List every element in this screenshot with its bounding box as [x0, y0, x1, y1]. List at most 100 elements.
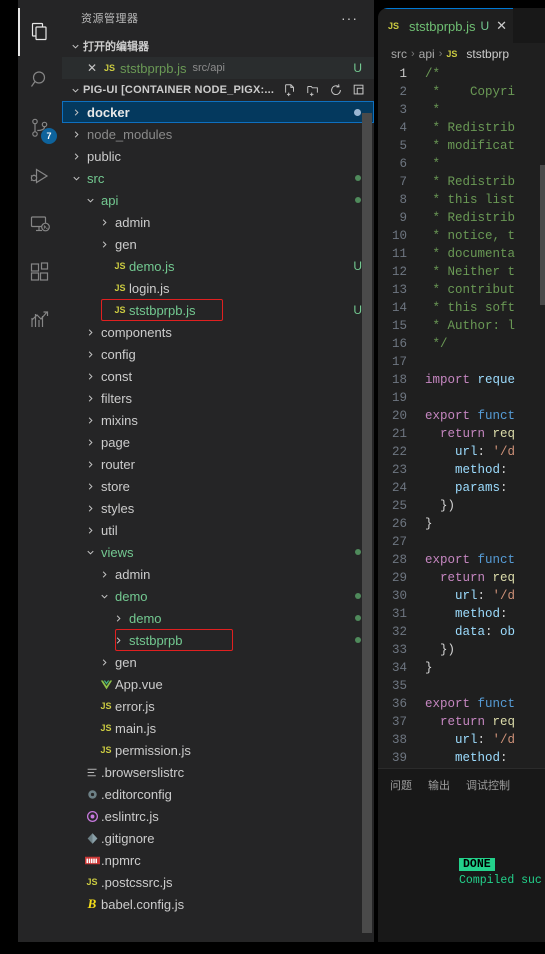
code-line: 21 return req: [378, 425, 545, 443]
breadcrumb-item-src[interactable]: src: [391, 47, 407, 61]
breadcrumb-item-api[interactable]: api: [419, 47, 435, 61]
activity-item-run-and-debug[interactable]: [18, 152, 62, 200]
chevron-right-icon[interactable]: [97, 217, 111, 228]
tree-item--eslintrc-js[interactable]: .eslintrc.js: [62, 805, 374, 827]
tree-item--browserslistrc[interactable]: .browserslistrc: [62, 761, 374, 783]
line-number: 39: [391, 751, 407, 765]
chevron-down-icon[interactable]: [69, 173, 83, 184]
sidebar-scrollbar[interactable]: [362, 113, 372, 933]
code-line: 6 *: [378, 155, 545, 173]
chevron-down-icon[interactable]: [97, 591, 111, 602]
panel-tab[interactable]: 问题: [390, 777, 412, 793]
chevron-right-icon[interactable]: [83, 481, 97, 492]
activity-item-remote-explorer[interactable]: [18, 200, 62, 248]
open-editor-item[interactable]: ✕ JS ststbprpb.js src/api U: [62, 57, 374, 79]
source-control-badge: 7: [41, 128, 57, 144]
tree-item-util[interactable]: util: [62, 519, 374, 541]
chevron-right-icon[interactable]: [83, 437, 97, 448]
breadcrumb-item-file[interactable]: ststbprp: [466, 47, 509, 61]
chevron-right-icon[interactable]: [83, 525, 97, 536]
chevron-right-icon[interactable]: [97, 239, 111, 250]
tree-item-page[interactable]: page: [62, 431, 374, 453]
tree-item-ststbprpb-js[interactable]: JS ststbprpb.js U: [62, 299, 374, 321]
tree-item-app-vue[interactable]: App.vue: [62, 673, 374, 695]
tree-item-demo[interactable]: demo: [62, 585, 374, 607]
activity-item-analytics[interactable]: [18, 296, 62, 344]
tree-item-label: login.js: [129, 280, 170, 296]
code-editor[interactable]: 1/* 2 * Copyri 3 * 4 * Redistrib 5 * modific…: [378, 65, 545, 765]
line-number: 12: [391, 265, 407, 279]
tree-item-babel-config-js[interactable]: Bbabel.config.js: [62, 893, 374, 915]
tree-item-views[interactable]: views: [62, 541, 374, 563]
tree-item-mixins[interactable]: mixins: [62, 409, 374, 431]
tree-item-components[interactable]: components: [62, 321, 374, 343]
tree-item-admin[interactable]: admin: [62, 563, 374, 585]
chevron-right-icon[interactable]: [83, 503, 97, 514]
tree-item-filters[interactable]: filters: [62, 387, 374, 409]
chevron-right-icon[interactable]: [69, 151, 83, 162]
tree-item-const[interactable]: const: [62, 365, 374, 387]
tree-item-styles[interactable]: styles: [62, 497, 374, 519]
tree-item-gen[interactable]: gen: [62, 651, 374, 673]
tree-item-gen[interactable]: gen: [62, 233, 374, 255]
tree-item-label: store: [101, 478, 130, 494]
sidebar-header: 资源管理器 ···: [62, 0, 374, 35]
line-text: * Author: l: [425, 319, 516, 333]
babel-icon: B: [87, 896, 97, 911]
refresh-icon[interactable]: [329, 83, 343, 97]
chevron-right-icon[interactable]: [83, 349, 97, 360]
chevron-right-icon[interactable]: [111, 635, 125, 646]
tree-item-permission-js[interactable]: JS permission.js: [62, 739, 374, 761]
editor-tab-ststbprpb[interactable]: JS ststbprpb.js U ✕: [378, 8, 514, 43]
chevron-right-icon[interactable]: [97, 569, 111, 580]
workspace-folder-header[interactable]: PIG-UI [CONTAINER NODE_PIGX:...: [62, 79, 374, 101]
tree-item-demo-js[interactable]: JS demo.js U: [62, 255, 374, 277]
panel-tab[interactable]: 调试控制: [466, 777, 510, 793]
tree-item-label: error.js: [115, 698, 155, 714]
chevron-down-icon[interactable]: [83, 547, 97, 558]
tree-item-login-js[interactable]: JS login.js: [62, 277, 374, 299]
tree-item-error-js[interactable]: JS error.js: [62, 695, 374, 717]
new-file-icon[interactable]: [283, 83, 297, 97]
close-icon[interactable]: ✕: [84, 61, 100, 75]
chevron-right-icon[interactable]: [83, 327, 97, 338]
tree-item-src[interactable]: src: [62, 167, 374, 189]
close-icon[interactable]: ✕: [496, 18, 507, 34]
tree-item-docker[interactable]: docker: [62, 101, 374, 123]
open-editors-section-header[interactable]: 打开的编辑器: [62, 35, 374, 57]
tree-item-admin[interactable]: admin: [62, 211, 374, 233]
tree-item-ststbprpb[interactable]: ststbprpb: [62, 629, 374, 651]
chevron-down-icon[interactable]: [83, 195, 97, 206]
collapse-all-icon[interactable]: [352, 83, 366, 97]
editor-scrollbar[interactable]: [540, 165, 545, 305]
activity-item-extensions[interactable]: [18, 248, 62, 296]
new-folder-icon[interactable]: [306, 83, 320, 97]
chevron-right-icon[interactable]: [83, 459, 97, 470]
tree-item-label: util: [101, 522, 118, 538]
tree-item--postcssrc-js[interactable]: JS .postcssrc.js: [62, 871, 374, 893]
activity-item-search[interactable]: [18, 56, 62, 104]
sidebar-more-actions-button[interactable]: ···: [341, 10, 364, 26]
line-text: url: '/d: [455, 445, 516, 459]
tree-item-node-modules[interactable]: node_modules: [62, 123, 374, 145]
tree-item-api[interactable]: api: [62, 189, 374, 211]
chevron-right-icon[interactable]: [83, 371, 97, 382]
tree-item-main-js[interactable]: JS main.js: [62, 717, 374, 739]
activity-item-source-control[interactable]: 7: [18, 104, 62, 152]
tree-item-demo[interactable]: demo: [62, 607, 374, 629]
tree-item-router[interactable]: router: [62, 453, 374, 475]
chevron-right-icon[interactable]: [111, 613, 125, 624]
tree-item--npmrc[interactable]: .npmrc: [62, 849, 374, 871]
tree-item--gitignore[interactable]: .gitignore: [62, 827, 374, 849]
chevron-right-icon[interactable]: [69, 107, 83, 118]
tree-item-store[interactable]: store: [62, 475, 374, 497]
tree-item--editorconfig[interactable]: .editorconfig: [62, 783, 374, 805]
panel-tab[interactable]: 输出: [428, 777, 450, 793]
chevron-right-icon[interactable]: [83, 393, 97, 404]
chevron-right-icon[interactable]: [69, 129, 83, 140]
activity-item-explorer[interactable]: [18, 8, 62, 56]
tree-item-config[interactable]: config: [62, 343, 374, 365]
chevron-right-icon[interactable]: [97, 657, 111, 668]
chevron-right-icon[interactable]: [83, 415, 97, 426]
tree-item-public[interactable]: public: [62, 145, 374, 167]
